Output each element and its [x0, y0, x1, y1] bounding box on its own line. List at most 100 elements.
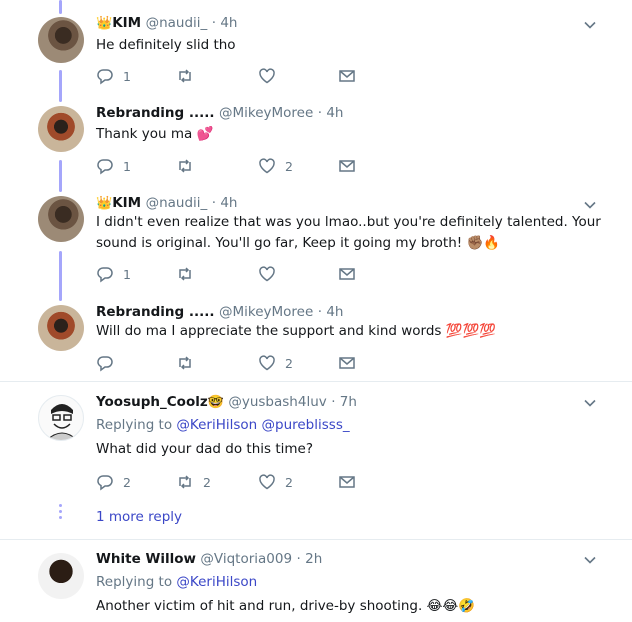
- tweet-header: White Willow @Viqtoria009 · 2h: [96, 550, 322, 568]
- tweet-actions: 2 2 2: [96, 472, 396, 492]
- reply-icon: [97, 475, 113, 491]
- tweet[interactable]: Yoosuph_Coolz🤓 @yusbash4luv · 7h Replyin…: [0, 382, 632, 538]
- tweet-text: Will do ma I appreciate the support and …: [96, 323, 497, 339]
- dm-button[interactable]: [338, 66, 356, 86]
- reply-button[interactable]: 2: [96, 472, 131, 492]
- dm-button[interactable]: [338, 472, 356, 492]
- tweet-actions: 2: [96, 353, 396, 373]
- mention-link[interactable]: @KeriHilson: [176, 417, 257, 433]
- tweet[interactable]: 👑KIM @naudii_ · 4h I didn't even realize…: [0, 190, 632, 295]
- handle[interactable]: @yusbash4luv: [228, 394, 326, 410]
- reply-button[interactable]: 1: [96, 156, 131, 176]
- dm-button[interactable]: [338, 156, 356, 176]
- timestamp[interactable]: · 4h: [318, 105, 344, 121]
- like-count: 2: [285, 158, 293, 174]
- name-emoji: 👑: [96, 16, 113, 31]
- retweet-icon: [179, 267, 191, 281]
- tweet-header: Yoosuph_Coolz🤓 @yusbash4luv · 7h: [96, 393, 357, 412]
- chevron-down-icon[interactable]: [583, 18, 597, 32]
- like-button[interactable]: [258, 66, 285, 86]
- like-button[interactable]: [258, 264, 285, 284]
- handle[interactable]: @naudii_: [146, 15, 208, 31]
- heart-icon: [259, 68, 275, 84]
- reply-icon: [97, 159, 113, 175]
- handle[interactable]: @Viqtoria009: [200, 551, 292, 567]
- display-name[interactable]: KIM: [112, 15, 141, 31]
- heart-icon: [259, 355, 275, 371]
- chevron-down-icon[interactable]: [583, 553, 597, 567]
- mention-link[interactable]: @pureblisss_: [262, 417, 350, 433]
- envelope-icon: [339, 476, 355, 488]
- display-name[interactable]: Rebranding .....: [96, 304, 215, 320]
- tweet[interactable]: Rebranding ..... @MikeyMoree · 4h Thank …: [0, 95, 632, 190]
- timestamp[interactable]: · 4h: [212, 15, 238, 31]
- retweet-button[interactable]: [176, 264, 203, 284]
- tweet-text: Thank you ma 💕: [96, 126, 214, 142]
- retweet-button[interactable]: [176, 66, 203, 86]
- thread-dots: [59, 504, 62, 522]
- envelope-icon: [339, 357, 355, 369]
- tweet-text: He definitely slid tho: [96, 37, 236, 53]
- display-name[interactable]: Rebranding .....: [96, 105, 215, 121]
- heart-icon: [259, 474, 275, 490]
- retweet-icon: [179, 69, 191, 83]
- heart-icon: [259, 158, 275, 174]
- display-name[interactable]: White Willow: [96, 551, 196, 567]
- timestamp[interactable]: · 4h: [212, 195, 238, 211]
- reply-icon: [97, 69, 113, 85]
- name-emoji: 🤓: [207, 395, 224, 410]
- timestamp[interactable]: · 7h: [331, 394, 357, 410]
- like-button[interactable]: 2: [258, 156, 293, 176]
- avatar[interactable]: [38, 106, 84, 152]
- reply-button[interactable]: 1: [96, 264, 131, 284]
- retweet-count: 2: [203, 474, 211, 490]
- tweet[interactable]: White Willow @Viqtoria009 · 2h Replying …: [0, 540, 632, 622]
- timestamp[interactable]: · 2h: [297, 551, 323, 567]
- avatar[interactable]: [38, 196, 84, 242]
- retweet-icon: [179, 356, 191, 370]
- reply-icon: [97, 356, 113, 372]
- dm-button[interactable]: [338, 264, 356, 284]
- tweet-text: I didn't even realize that was you lmao.…: [96, 214, 601, 251]
- mention-link[interactable]: @KeriHilson: [176, 574, 257, 590]
- tweet[interactable]: Rebranding ..... @MikeyMoree · 4h Will d…: [0, 295, 632, 380]
- tweet-header: 👑KIM @naudii_ · 4h: [96, 194, 237, 213]
- replying-to: Replying to @KeriHilson @pureblisss_: [96, 417, 350, 433]
- chevron-down-icon[interactable]: [583, 198, 597, 212]
- retweet-button[interactable]: [176, 156, 203, 176]
- tweet-actions: 1: [96, 66, 396, 86]
- avatar[interactable]: [38, 17, 84, 63]
- reply-count: 2: [123, 474, 131, 490]
- handle[interactable]: @naudii_: [146, 195, 208, 211]
- retweet-button[interactable]: 2: [176, 472, 211, 492]
- envelope-icon: [339, 70, 355, 82]
- reply-icon: [97, 267, 113, 283]
- tweet[interactable]: 👑KIM @naudii_ · 4h He definitely slid th…: [0, 0, 632, 95]
- retweet-button[interactable]: [176, 353, 203, 373]
- retweet-icon: [179, 159, 191, 173]
- reply-button[interactable]: [96, 353, 123, 373]
- display-name[interactable]: Yoosuph_Coolz: [96, 394, 208, 410]
- avatar[interactable]: [38, 553, 84, 599]
- tweet-text: Another victim of hit and run, drive-by …: [96, 598, 475, 614]
- handle[interactable]: @MikeyMoree: [219, 304, 313, 320]
- like-count: 2: [285, 474, 293, 490]
- like-button[interactable]: 2: [258, 472, 293, 492]
- more-replies-link[interactable]: 1 more reply: [96, 509, 182, 525]
- like-count: 2: [285, 355, 293, 371]
- display-name[interactable]: KIM: [112, 195, 141, 211]
- replying-to: Replying to @KeriHilson: [96, 574, 257, 590]
- like-button[interactable]: 2: [258, 353, 293, 373]
- reply-button[interactable]: 1: [96, 66, 131, 86]
- reply-count: 1: [123, 68, 131, 84]
- tweet-text: What did your dad do this time?: [96, 441, 314, 457]
- avatar[interactable]: [38, 305, 84, 351]
- dm-button[interactable]: [338, 353, 356, 373]
- handle[interactable]: @MikeyMoree: [219, 105, 313, 121]
- timestamp[interactable]: · 4h: [318, 304, 344, 320]
- chevron-down-icon[interactable]: [583, 396, 597, 410]
- name-emoji: 👑: [96, 196, 113, 211]
- avatar[interactable]: [38, 395, 84, 441]
- tweet-header: Rebranding ..... @MikeyMoree · 4h: [96, 104, 343, 122]
- tweet-header: 👑KIM @naudii_ · 4h: [96, 14, 237, 33]
